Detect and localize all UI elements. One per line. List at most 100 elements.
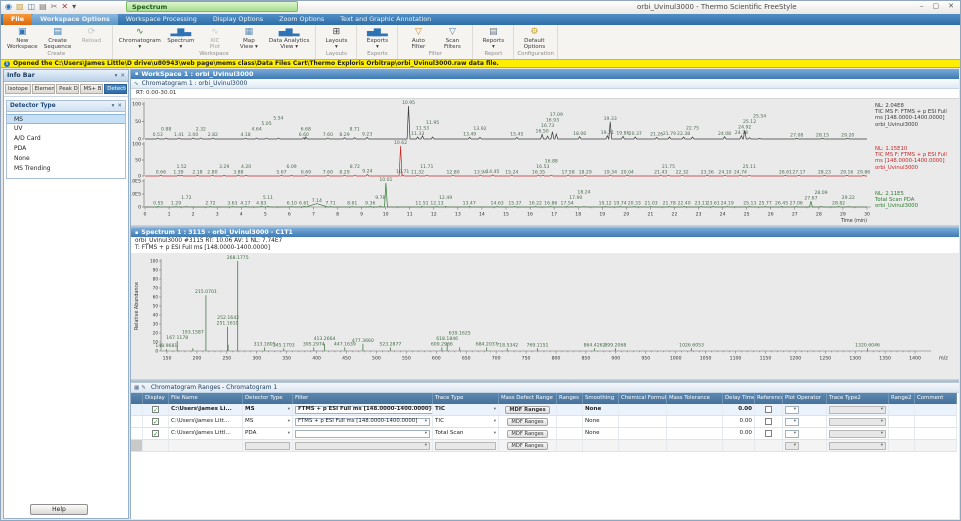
- exports-button[interactable]: ▄▆▂Exports▾: [360, 26, 394, 50]
- auto-filter-button[interactable]: ▽AutoFilter: [401, 26, 435, 50]
- detector-item-pda[interactable]: PDA: [7, 144, 125, 154]
- maximize-button[interactable]: ▢: [933, 2, 940, 10]
- help-button[interactable]: Help: [30, 504, 88, 515]
- svg-text:24.10: 24.10: [718, 169, 731, 175]
- svg-text:11: 11: [407, 212, 413, 218]
- open-file-icon[interactable]: ▨: [16, 2, 24, 12]
- info-bar-tab-peak-de[interactable]: Peak De: [56, 84, 79, 94]
- info-bar-tab-ms-bu[interactable]: MS+ Bu: [80, 84, 103, 94]
- quick-access-dropdown-icon[interactable]: ▾: [72, 2, 76, 12]
- filter-dropdown[interactable]: ▾: [295, 430, 430, 438]
- display-checkbox[interactable]: ✓: [152, 430, 159, 437]
- trace-type-dropdown-icon[interactable]: ▾: [494, 416, 496, 427]
- info-bar-tab-detecto[interactable]: Detecto: [104, 84, 127, 94]
- plot-operator-dropdown[interactable]: ▾: [785, 430, 799, 438]
- svg-text:1350: 1350: [879, 356, 891, 362]
- create-sequence-icon: ▤: [53, 27, 62, 38]
- svg-text:28: 28: [816, 212, 822, 218]
- detector-item-ms[interactable]: MS: [7, 114, 125, 124]
- trace-type-dropdown-icon[interactable]: ▾: [494, 428, 496, 439]
- mdf-ranges-button[interactable]: MDF Ranges: [507, 442, 547, 450]
- detector-dropdown-icon[interactable]: ▾: [288, 404, 290, 415]
- chromatogram-button[interactable]: ∿Chromatogram▾: [116, 26, 164, 50]
- display-checkbox[interactable]: ✓: [152, 418, 159, 425]
- cut-icon[interactable]: ✂: [51, 2, 58, 12]
- workspace-header[interactable]: ▪ WorkSpace 1 : orbi_Uvinul3000: [131, 69, 959, 79]
- detector-dropdown-icon[interactable]: ▾: [288, 428, 290, 439]
- window-controls: – ▢ ✕: [920, 2, 954, 10]
- detector-panel-chevron-icon[interactable]: ▾: [112, 103, 115, 109]
- detector-item-a-d-card[interactable]: A/D Card: [7, 134, 125, 144]
- table-row[interactable]: ✓C:\Users\James Littl...PDA▾▾Total Scan▾…: [131, 428, 957, 440]
- svg-text:0.55: 0.55: [153, 201, 163, 207]
- cell-plot-operator: ▾: [783, 428, 827, 439]
- app-logo[interactable]: ◉: [5, 2, 12, 12]
- close-button[interactable]: ✕: [948, 2, 954, 10]
- ribbon-tab-workspace-processing[interactable]: Workspace Processing: [118, 14, 205, 25]
- ribbon-tab-text-and-graphic-annotation[interactable]: Text and Graphic Annotation: [332, 14, 439, 25]
- cell-mass-defect-range: MDF Ranges: [499, 404, 557, 415]
- plot-operator-dropdown[interactable]: ▾: [785, 418, 799, 426]
- table-row[interactable]: ▾MDF Ranges▾▾: [131, 440, 957, 452]
- reference-checkbox[interactable]: [765, 430, 772, 437]
- table-row[interactable]: ✓C:\Users\James Li...MS▾FTMS + p ESI Ful…: [131, 404, 957, 416]
- print-icon[interactable]: ▤: [39, 2, 47, 12]
- layouts-icon: ⊞: [333, 27, 341, 38]
- spectrum-button[interactable]: ▂▆▃Spectrum▾: [164, 26, 198, 50]
- create-sequence-button[interactable]: ▤CreateSequence: [41, 26, 75, 50]
- minimize-button[interactable]: –: [920, 2, 924, 10]
- mdf-ranges-button[interactable]: MDF Ranges: [507, 418, 547, 426]
- chromatogram-header[interactable]: ∿ Chromatogram 1 : orbi_Uvinul3000: [131, 79, 959, 89]
- reports-button[interactable]: ▤Reports▾: [476, 26, 510, 50]
- column-header-mass-tolerance: Mass Tolerance: [667, 393, 723, 404]
- info-bar-tab-isotope-s[interactable]: Isotope S: [5, 84, 31, 94]
- svg-text:4: 4: [240, 212, 243, 218]
- svg-text:1.72: 1.72: [181, 195, 191, 201]
- chevron-down-icon[interactable]: ▾: [115, 73, 118, 79]
- display-checkbox[interactable]: ✓: [152, 406, 159, 413]
- plot-operator-dropdown[interactable]: ▾: [785, 406, 799, 414]
- detector-item-none[interactable]: None: [7, 154, 125, 164]
- svg-text:17.54: 17.54: [561, 201, 574, 207]
- cell-trace-type: TIC▾: [433, 404, 499, 415]
- ribbon-tab-zoom-options[interactable]: Zoom Options: [271, 14, 332, 25]
- spectrum-floating-tab[interactable]: Spectrum: [126, 1, 298, 12]
- spectrum-header[interactable]: ▪ Spectrum 1 : 3115 - orbi_Uvinul3000 - …: [131, 228, 959, 237]
- scan-filters-button[interactable]: ▽ScanFilters: [435, 26, 469, 50]
- svg-text:477.3660: 477.3660: [352, 338, 374, 344]
- grid-icon[interactable]: ▦: [134, 385, 139, 391]
- layouts-button[interactable]: ⊞Layouts▾: [319, 26, 353, 50]
- ribbon-tab-file[interactable]: File: [3, 14, 32, 25]
- filter-dropdown[interactable]: FTMS + p ESI Full ms [148.0000-1400.0000…: [295, 418, 430, 426]
- svg-text:10.71: 10.71: [396, 169, 409, 175]
- info-bar-close-icon[interactable]: ✕: [120, 73, 125, 79]
- save-icon[interactable]: ◫: [28, 2, 36, 12]
- mdf-ranges-button[interactable]: MDF Ranges: [505, 406, 549, 414]
- svg-text:769.1151: 769.1151: [527, 342, 549, 348]
- ribbon-tab-display-options[interactable]: Display Options: [205, 14, 271, 25]
- default-options-button[interactable]: ⚙DefaultOptions: [517, 26, 551, 50]
- detector-panel-close-icon[interactable]: ✕: [117, 103, 122, 109]
- close-file-icon[interactable]: ✕: [61, 2, 68, 12]
- reference-checkbox[interactable]: [765, 406, 772, 413]
- detector-dropdown-icon[interactable]: ▾: [288, 416, 290, 427]
- cell-file-name: [169, 440, 243, 451]
- notification-bar: i Opened the C:\Users\James Little\D dri…: [1, 59, 960, 68]
- svg-text:15.45: 15.45: [510, 132, 523, 138]
- info-bar-tab-element[interactable]: Element: [32, 84, 56, 94]
- edit-icon[interactable]: ✎: [141, 385, 146, 391]
- spectrum-plot[interactable]: 0102030405060708090100Relative Abundance…: [131, 253, 957, 379]
- table-row[interactable]: ✓C:\Users\James Litt...MS▾FTMS + p ESI F…: [131, 416, 957, 428]
- reference-checkbox[interactable]: [765, 418, 772, 425]
- detector-item-ms-trending[interactable]: MS Trending: [7, 164, 125, 174]
- cell-range2: [889, 404, 915, 415]
- filter-dropdown[interactable]: FTMS + p ESI Full ms [148.0000-1400.0000…: [295, 406, 433, 414]
- new-workspace-button[interactable]: ▣NewWorkspace: [4, 26, 41, 50]
- mdf-ranges-button[interactable]: MDF Ranges: [507, 430, 547, 438]
- trace-type-dropdown-icon[interactable]: ▾: [494, 404, 496, 415]
- ribbon-tab-workspace-options[interactable]: Workspace Options: [32, 14, 118, 25]
- detector-item-uv[interactable]: UV: [7, 124, 125, 134]
- chromatogram-plot[interactable]: 1005000.530.881.412.002.322.824.184.645.…: [131, 99, 871, 226]
- data-analytics-view-button[interactable]: ▄▆▂Data AnalyticsView ▾: [266, 26, 313, 50]
- map-view-button[interactable]: ▦MapView ▾: [232, 26, 266, 50]
